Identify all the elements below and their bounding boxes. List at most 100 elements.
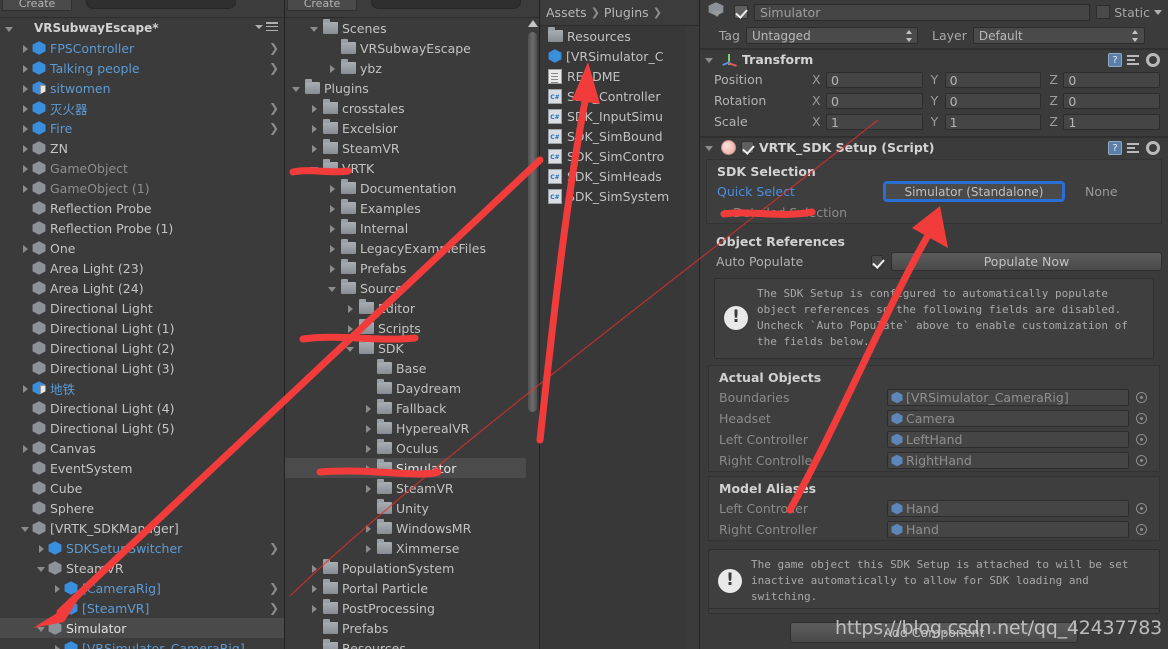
scrollbar-thumb[interactable] bbox=[528, 32, 537, 412]
scrollbar-track[interactable] bbox=[686, 26, 699, 649]
project-folder-oculus[interactable]: Oculus bbox=[285, 438, 539, 458]
project-folder-vrsubwayescape[interactable]: VRSubwayEscape bbox=[285, 38, 539, 58]
hierarchy-item-directional-light-1[interactable]: Directional Light (1) bbox=[0, 318, 284, 338]
hierarchy-item-directional-light-5[interactable]: Directional Light (5) bbox=[0, 418, 284, 438]
hierarchy-item-[interactable]: 地铁 bbox=[0, 378, 284, 398]
chevron-right-icon[interactable] bbox=[327, 243, 338, 254]
object-picker-icon[interactable] bbox=[1136, 434, 1147, 445]
asset-item-sdk-simbound[interactable]: C# SDK_SimBound bbox=[540, 126, 699, 146]
project-folder-windowsmr[interactable]: WindowsMR bbox=[285, 518, 539, 538]
chevron-right-icon[interactable] bbox=[20, 163, 31, 174]
hierarchy-item-sitwomen[interactable]: sitwomen bbox=[0, 78, 284, 98]
chevron-right-icon[interactable] bbox=[363, 483, 374, 494]
transform-scale-x-input[interactable]: 1 bbox=[826, 113, 923, 130]
prefab-select-chevron-icon[interactable]: ❯ bbox=[269, 601, 279, 615]
project-folder-examples[interactable]: Examples bbox=[285, 198, 539, 218]
project-tree-scrollbar[interactable] bbox=[526, 18, 539, 649]
chevron-right-icon[interactable] bbox=[20, 383, 31, 394]
gear-icon[interactable] bbox=[1146, 140, 1160, 155]
actual-object-object-field[interactable]: LeftHand bbox=[887, 431, 1129, 448]
auto-populate-checkbox[interactable] bbox=[870, 255, 883, 268]
chevron-right-icon[interactable] bbox=[363, 423, 374, 434]
project-folder-tree[interactable]: Scenes VRSubwayEscape ybz Plugins crosstales… bbox=[285, 18, 539, 649]
hierarchy-tree[interactable]: FPSController ❯ Talking people ❯ sitwomen 灭火器… bbox=[0, 38, 284, 649]
transform-rotation-z-input[interactable]: 0 bbox=[1063, 92, 1161, 109]
chevron-right-icon[interactable] bbox=[20, 83, 31, 94]
chevron-down-icon[interactable] bbox=[36, 623, 47, 634]
hierarchy-item-area-light-23[interactable]: Area Light (23) bbox=[0, 258, 284, 278]
chevron-right-icon[interactable] bbox=[309, 603, 320, 614]
chevron-down-icon[interactable] bbox=[309, 23, 320, 34]
preset-icon[interactable] bbox=[1127, 141, 1141, 155]
project-folder-ybz[interactable]: ybz bbox=[285, 58, 539, 78]
chevron-right-icon[interactable] bbox=[363, 443, 374, 454]
project-folder-crosstales[interactable]: crosstales bbox=[285, 98, 539, 118]
project-folder-internal[interactable]: Internal bbox=[285, 218, 539, 238]
hierarchy-item-one[interactable]: One bbox=[0, 238, 284, 258]
transform-fields[interactable]: Position X 0 Y 0 Z 0 Rotation X 0 Y 0 Z 0 Scale X 1 Y 1 Z 1 bbox=[700, 69, 1168, 132]
project-folder-resources[interactable]: Resources bbox=[285, 638, 539, 649]
chevron-down-icon[interactable] bbox=[704, 54, 715, 65]
object-picker-icon[interactable] bbox=[1136, 392, 1147, 403]
hierarchy-item-fpscontroller[interactable]: FPSController ❯ bbox=[0, 38, 284, 58]
chevron-right-icon[interactable] bbox=[309, 103, 320, 114]
chevron-down-icon[interactable] bbox=[704, 142, 715, 153]
object-picker-icon[interactable] bbox=[1136, 455, 1147, 466]
project-folder-vrtk[interactable]: VRTK bbox=[285, 158, 539, 178]
hierarchy-item-vrsimulator-camerarig[interactable]: [VRSimulator_CameraRig] bbox=[0, 638, 284, 649]
project-folder-excelsior[interactable]: Excelsior bbox=[285, 118, 539, 138]
chevron-right-icon[interactable] bbox=[20, 183, 31, 194]
layer-dropdown[interactable]: Default bbox=[972, 26, 1145, 44]
hierarchy-item-sdksetupswitcher[interactable]: SDKSetupSwitcher ❯ bbox=[0, 538, 284, 558]
project-folder-unity[interactable]: Unity bbox=[285, 498, 539, 518]
project-folder-editor[interactable]: Editor bbox=[285, 298, 539, 318]
transform-rotation-x-input[interactable]: 0 bbox=[826, 92, 923, 109]
object-picker-icon[interactable] bbox=[1136, 524, 1147, 535]
chevron-right-icon[interactable] bbox=[20, 103, 31, 114]
assets-items[interactable]: Resources [VRSimulator_C README C# SDK_Contr… bbox=[540, 26, 699, 206]
project-folder-hyperealvr[interactable]: HyperealVR bbox=[285, 418, 539, 438]
chevron-right-icon[interactable] bbox=[363, 463, 374, 474]
chevron-right-icon[interactable] bbox=[363, 543, 374, 554]
project-folder-ximmerse[interactable]: Ximmerse bbox=[285, 538, 539, 558]
chevron-right-icon[interactable] bbox=[363, 403, 374, 414]
chevron-right-icon[interactable] bbox=[327, 223, 338, 234]
asset-item-readme[interactable]: README bbox=[540, 66, 699, 86]
project-create-button[interactable]: Create bbox=[287, 0, 357, 11]
hierarchy-item-directional-light-3[interactable]: Directional Light (3) bbox=[0, 358, 284, 378]
project-folder-plugins[interactable]: Plugins bbox=[285, 78, 539, 98]
hierarchy-item-zn[interactable]: ZN bbox=[0, 138, 284, 158]
project-folder-sdk[interactable]: SDK bbox=[285, 338, 539, 358]
hierarchy-item-sphere[interactable]: Sphere bbox=[0, 498, 284, 518]
chevron-right-icon[interactable] bbox=[52, 583, 63, 594]
chevron-down-icon[interactable] bbox=[20, 523, 31, 534]
static-toggle-group[interactable]: Static bbox=[1096, 5, 1162, 20]
hierarchy-item-simulator[interactable]: Simulator bbox=[0, 618, 284, 638]
chevron-right-icon[interactable] bbox=[309, 143, 320, 154]
chevron-right-icon[interactable] bbox=[345, 323, 356, 334]
actual-object-object-field[interactable]: Camera bbox=[887, 410, 1129, 427]
prefab-select-chevron-icon[interactable]: ❯ bbox=[269, 541, 279, 555]
quick-select-link[interactable]: Quick Select bbox=[717, 184, 885, 199]
chevron-down-icon[interactable] bbox=[345, 343, 356, 354]
transform-position-z-input[interactable]: 0 bbox=[1063, 71, 1161, 88]
chevron-right-icon[interactable] bbox=[721, 207, 732, 218]
project-folder-scripts[interactable]: Scripts bbox=[285, 318, 539, 338]
chevron-down-icon[interactable] bbox=[36, 563, 47, 574]
chevron-down-icon[interactable] bbox=[291, 83, 302, 94]
chevron-right-icon[interactable] bbox=[309, 123, 320, 134]
hierarchy-item-cube[interactable]: Cube bbox=[0, 478, 284, 498]
project-folder-prefabs[interactable]: Prefabs bbox=[285, 258, 539, 278]
asset-item-sdk-simsystem[interactable]: C# SDK_SimSystem bbox=[540, 186, 699, 206]
project-folder-documentation[interactable]: Documentation bbox=[285, 178, 539, 198]
hierarchy-item-steamvr[interactable]: SteamVR bbox=[0, 558, 284, 578]
component-header-icons[interactable]: ? bbox=[1108, 52, 1168, 67]
quick-select-dropdown[interactable]: Simulator (Standalone) bbox=[883, 181, 1065, 202]
asset-item-vrsimulator-c[interactable]: [VRSimulator_C bbox=[540, 46, 699, 66]
chevron-right-icon[interactable] bbox=[363, 523, 374, 534]
prefab-select-chevron-icon[interactable]: ❯ bbox=[269, 41, 279, 55]
project-folder-postprocessing[interactable]: PostProcessing bbox=[285, 598, 539, 618]
hierarchy-search-input[interactable] bbox=[86, 0, 236, 9]
hierarchy-item-steamvr[interactable]: [SteamVR] ❯ bbox=[0, 598, 284, 618]
asset-item-sdk-simheads[interactable]: C# SDK_SimHeads bbox=[540, 166, 699, 186]
